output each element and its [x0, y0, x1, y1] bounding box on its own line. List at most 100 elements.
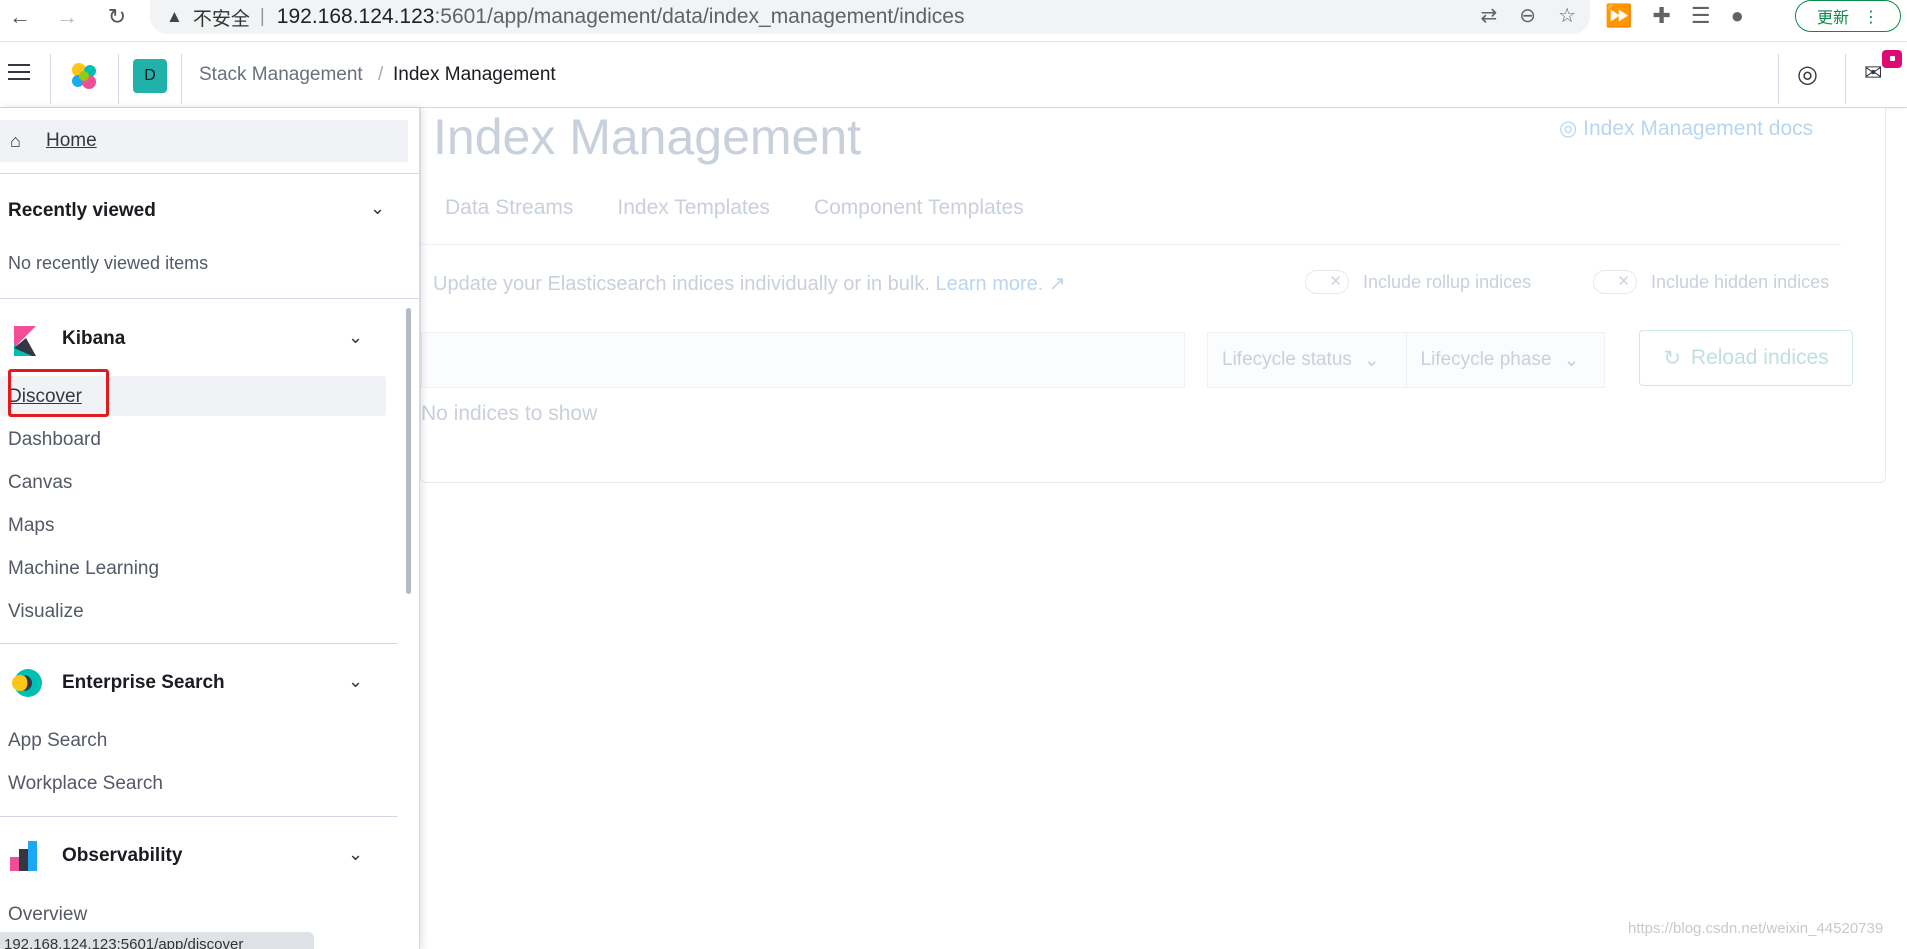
annotation-highlight-box	[8, 369, 109, 417]
hidden-switch[interactable]	[1593, 270, 1637, 294]
nav-divider	[0, 816, 398, 817]
hidden-toggle-label: Include hidden indices	[1651, 271, 1830, 292]
header-divider	[1778, 54, 1779, 104]
profile-avatar-icon[interactable]: ●	[1731, 3, 1744, 29]
nav-scrollbar[interactable]	[406, 308, 411, 594]
chevron-down-icon: ⌄	[348, 671, 364, 691]
bookmark-star-icon[interactable]: ☆	[1558, 3, 1576, 28]
lifecycle-status-filter[interactable]: Lifecycle status ⌄	[1208, 349, 1406, 372]
nav-link-canvas[interactable]: Canvas	[8, 472, 72, 494]
nav-link-visualize[interactable]: Visualize	[8, 601, 84, 623]
header-divider	[50, 54, 51, 104]
content-panel: Index Management ◎ Index Management docs…	[420, 108, 1886, 483]
reading-list-icon[interactable]: ☰	[1691, 3, 1711, 29]
description-text: Update your Elasticsearch indices indivi…	[433, 273, 930, 295]
breadcrumb-separator: /	[378, 64, 384, 85]
enterprise-search-logo-icon	[12, 669, 42, 697]
status-url-tooltip: 192.168.124.123:5601/app/discover	[0, 932, 314, 949]
breadcrumb-stack-management[interactable]: Stack Management	[199, 64, 363, 86]
translate-icon[interactable]: ⇄	[1481, 3, 1498, 28]
extension-icons: ⏩ ✚ ☰ ●	[1605, 3, 1744, 29]
tab-bar: Data Streams Index Templates Component T…	[445, 196, 1024, 220]
nav-link-workplace-search[interactable]: Workplace Search	[8, 773, 163, 795]
warning-icon: ▲	[166, 7, 183, 26]
reload-indices-label: Reload indices	[1690, 346, 1829, 369]
nav-link-dashboard[interactable]: Dashboard	[8, 429, 101, 451]
kibana-logo-icon	[14, 326, 36, 356]
empty-state-message: No indices to show	[421, 402, 598, 425]
puzzle-extensions-icon[interactable]: ✚	[1652, 3, 1670, 29]
media-extension-icon[interactable]: ⏩	[1605, 3, 1632, 29]
observability-logo-icon	[10, 841, 37, 871]
header-divider	[1845, 54, 1846, 104]
tab-index-templates[interactable]: Index Templates	[617, 196, 770, 220]
notification-badge	[1882, 50, 1902, 68]
browser-toolbar: ← → ↻ ▲ 不安全 | 192.168.124.123:5601/app/m…	[0, 0, 1907, 42]
recently-viewed-title[interactable]: Recently viewed	[8, 200, 156, 222]
kibana-group-title: Kibana	[62, 328, 126, 349]
nav-link-maps[interactable]: Maps	[8, 515, 54, 537]
nav-group-observability[interactable]: Observability ⌄	[0, 835, 400, 877]
chevron-down-icon[interactable]: ⌄	[370, 198, 385, 219]
reload-indices-button[interactable]: ↻ Reload indices	[1639, 330, 1853, 386]
learn-more-link[interactable]: Learn more.	[935, 273, 1043, 295]
page-description: Update your Elasticsearch indices indivi…	[433, 271, 1066, 296]
index-search-input[interactable]	[421, 332, 1185, 388]
lifecycle-filter-group: Lifecycle status ⌄ Lifecycle phase ⌄	[1207, 332, 1605, 388]
watermark: https://blog.csdn.net/weixin_44520739	[1628, 920, 1884, 937]
refresh-icon: ↻	[1663, 346, 1681, 370]
chevron-down-icon: ⌄	[1363, 349, 1380, 371]
forward-icon[interactable]: →	[53, 3, 81, 31]
enterprise-search-group-title: Enterprise Search	[62, 672, 225, 693]
nav-link-app-search[interactable]: App Search	[8, 730, 107, 752]
nav-drawer: ⌂ Home Recently viewed ⌄ No recently vie…	[0, 108, 420, 949]
zoom-icon[interactable]: ⊖	[1519, 3, 1536, 28]
url-host: 192.168.124.123	[276, 5, 435, 28]
update-label: 更新	[1816, 8, 1849, 27]
rollup-switch[interactable]	[1305, 270, 1349, 294]
elastic-logo-icon[interactable]	[68, 60, 100, 92]
omnibox-actions: ⇄ ⊖ ☆	[1481, 3, 1576, 28]
nav-link-overview[interactable]: Overview	[8, 904, 87, 926]
kibana-header: D Stack Management / Index Management ◎ …	[0, 42, 1907, 108]
home-icon: ⌂	[10, 130, 21, 151]
header-divider	[181, 54, 182, 104]
chevron-down-icon: ⌄	[1563, 349, 1580, 371]
lifecycle-phase-label: Lifecycle phase	[1420, 349, 1552, 370]
nav-home[interactable]: ⌂ Home	[0, 120, 408, 162]
hidden-toggle[interactable]: Include hidden indices	[1593, 270, 1829, 294]
docs-link[interactable]: ◎ Index Management docs	[1559, 116, 1813, 141]
nav-group-enterprise-search[interactable]: Enterprise Search ⌄	[0, 662, 400, 704]
header-divider	[118, 54, 119, 104]
address-bar[interactable]: ▲ 不安全 | 192.168.124.123:5601/app/managem…	[150, 0, 1590, 34]
tabs-underline	[421, 244, 1841, 245]
page-title: Index Management	[433, 109, 862, 165]
rollup-toggle-label: Include rollup indices	[1363, 271, 1532, 292]
reload-icon[interactable]: ↻	[103, 3, 131, 31]
nav-divider	[0, 298, 419, 299]
main-content: Index Management ◎ Index Management docs…	[420, 108, 1907, 949]
nav-link-machine-learning[interactable]: Machine Learning	[8, 558, 159, 580]
chevron-down-icon: ⌄	[348, 844, 364, 864]
insecure-label: 不安全	[192, 8, 250, 30]
news-feed-icon[interactable]: ✉	[1864, 60, 1882, 86]
back-icon[interactable]: ←	[6, 3, 34, 31]
nav-group-kibana[interactable]: Kibana ⌄	[0, 318, 400, 360]
lifecycle-phase-filter[interactable]: Lifecycle phase ⌄	[1407, 349, 1605, 372]
nav-divider	[0, 643, 398, 644]
chevron-down-icon: ⌄	[348, 327, 364, 347]
browser-update-button[interactable]: 更新 ⋮	[1795, 0, 1901, 32]
docs-link-label: Index Management docs	[1583, 117, 1814, 140]
docs-icon: ◎	[1559, 117, 1584, 140]
recently-viewed-empty: No recently viewed items	[8, 253, 209, 273]
home-label: Home	[46, 130, 97, 151]
tab-component-templates[interactable]: Component Templates	[814, 196, 1024, 220]
breadcrumb-index-management: Index Management	[393, 64, 556, 85]
browser-menu-icon: ⋮	[1863, 6, 1879, 26]
space-avatar[interactable]: D	[133, 59, 167, 93]
tab-data-streams[interactable]: Data Streams	[445, 196, 573, 220]
rollup-toggle[interactable]: Include rollup indices	[1305, 270, 1531, 294]
url-path: :5601/app/management/data/index_manageme…	[434, 5, 965, 28]
menu-toggle-icon[interactable]	[8, 64, 30, 82]
help-icon[interactable]: ◎	[1797, 60, 1818, 89]
